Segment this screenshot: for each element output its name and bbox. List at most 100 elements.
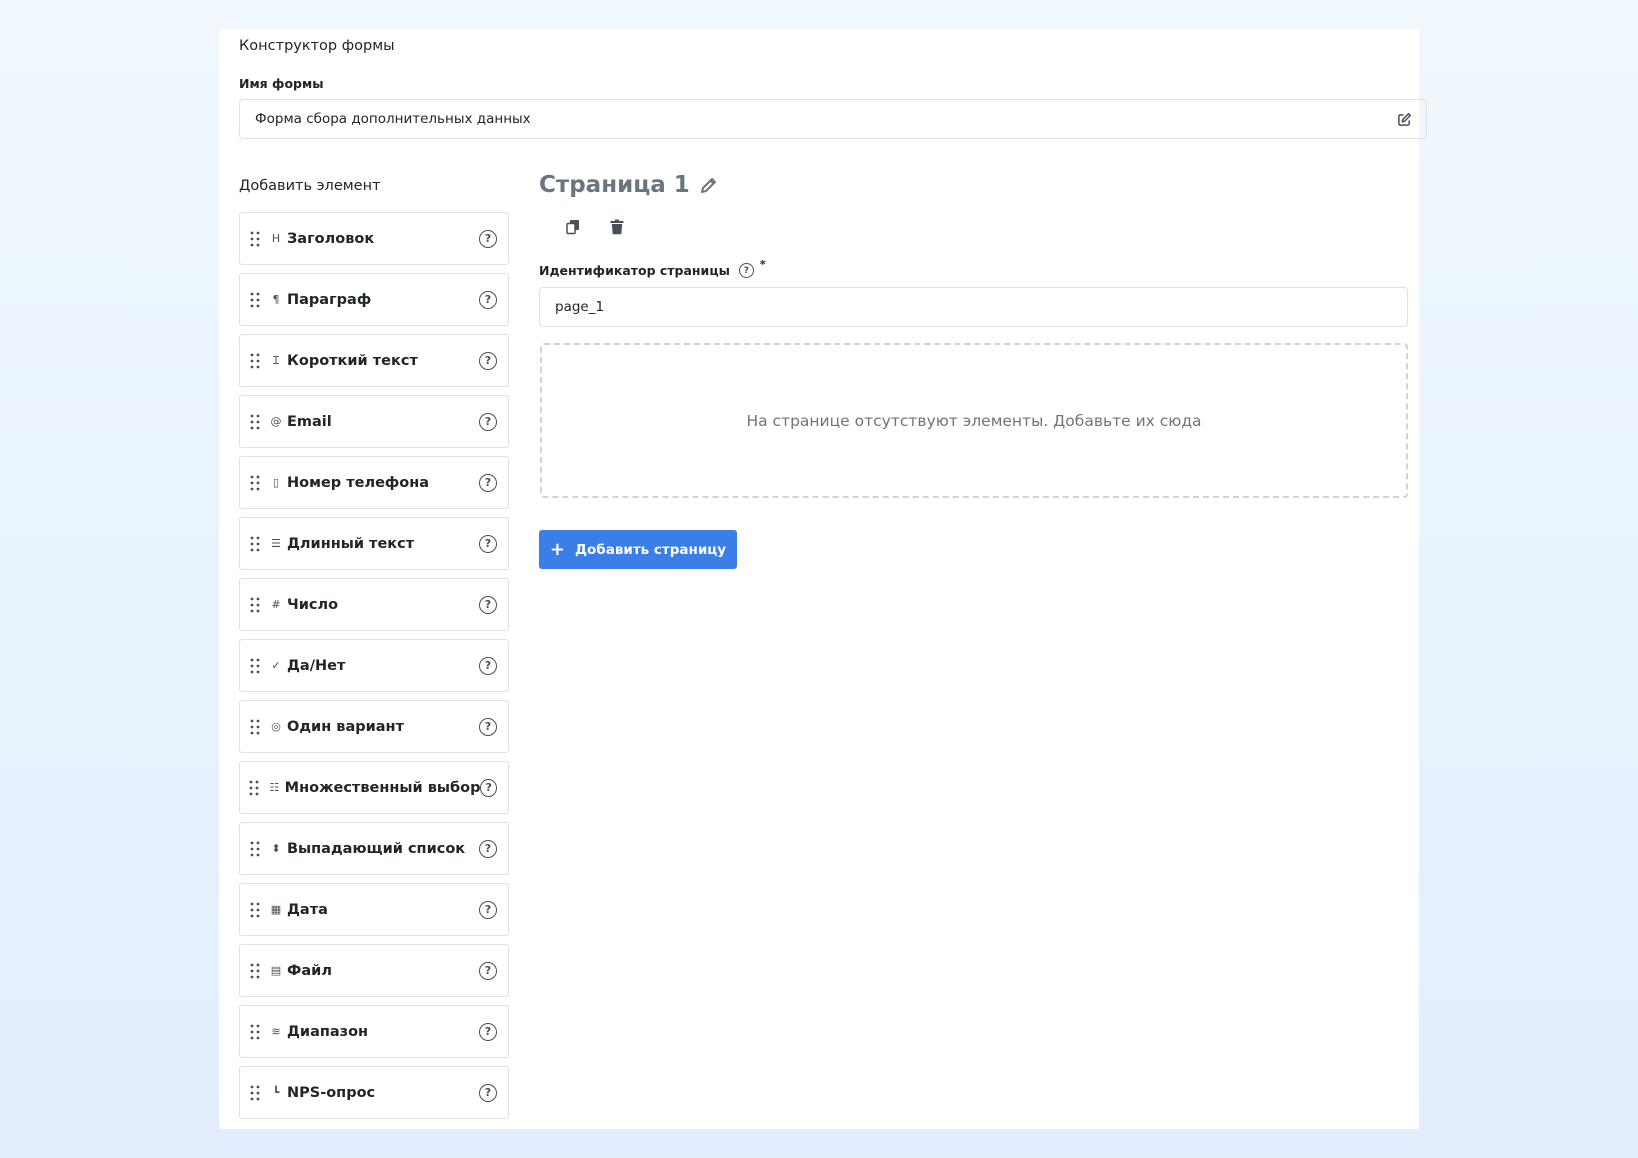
elements-palette: H Заголовок? ¶ Параграф? Ɪ Короткий текст? @ Em… <box>239 212 509 1127</box>
text-cursor-icon: Ɪ <box>272 354 280 367</box>
palette-item[interactable]: ⬍ Выпадающий список? <box>239 822 509 875</box>
form-name-label: Имя формы <box>239 76 324 91</box>
form-name-input[interactable] <box>255 111 1396 127</box>
palette-item[interactable]: ≋ Диапазон? <box>239 1005 509 1058</box>
calendar-icon: ▦ <box>270 903 282 916</box>
sort-icon: ⬍ <box>271 842 281 855</box>
palette-item[interactable]: H Заголовок? <box>239 212 509 265</box>
palette-item-label: Файл <box>287 962 332 979</box>
palette-item-label: Да/Нет <box>287 657 346 674</box>
page-id-label: Идентификатор страницы ? * <box>539 258 766 278</box>
palette-item-label: Множественный выбор <box>284 779 481 796</box>
hashtag-icon: # <box>271 598 281 611</box>
check-icon: ✓ <box>271 659 281 672</box>
palette-item-label: Параграф <box>287 291 372 308</box>
page-id-field <box>539 287 1408 327</box>
heading-icon: H <box>271 232 281 245</box>
radio-bullseye-icon: ◎ <box>271 720 281 733</box>
trash-icon[interactable] <box>608 218 626 236</box>
palette-item[interactable]: @ Email? <box>239 395 509 448</box>
help-icon[interactable]: ? <box>480 778 497 797</box>
help-icon[interactable]: ? <box>479 656 497 675</box>
help-icon[interactable]: ? <box>479 1022 497 1041</box>
required-mark: * <box>759 258 766 271</box>
help-icon[interactable]: ? <box>479 717 497 736</box>
help-icon[interactable]: ? <box>479 839 497 858</box>
add-element-title: Добавить элемент <box>239 178 381 194</box>
bar-chart-icon: ┗ <box>272 1086 280 1099</box>
copy-icon[interactable] <box>564 218 582 236</box>
at-icon: @ <box>270 415 282 428</box>
form-builder-panel: Конструктор формы Имя формы Добавить эле… <box>219 29 1427 1129</box>
help-icon[interactable]: ? <box>479 534 497 553</box>
edit-icon[interactable] <box>1396 111 1412 127</box>
help-icon[interactable]: ? <box>738 263 754 278</box>
palette-item[interactable]: Ɪ Короткий текст? <box>239 334 509 387</box>
palette-item-label: Короткий текст <box>287 352 418 369</box>
checklist-icon: ☷ <box>269 781 280 794</box>
drag-handle-icon[interactable] <box>249 291 261 309</box>
palette-item[interactable]: ◎ Один вариант? <box>239 700 509 753</box>
add-page-button[interactable]: + Добавить страницу <box>539 530 737 569</box>
help-icon[interactable]: ? <box>479 229 497 248</box>
drag-handle-icon[interactable] <box>249 718 261 736</box>
pencil-icon[interactable] <box>698 174 720 196</box>
drag-handle-icon[interactable] <box>249 840 261 858</box>
drag-handle-icon[interactable] <box>249 352 261 370</box>
palette-item[interactable]: ¶ Параграф? <box>239 273 509 326</box>
palette-item[interactable]: # Число? <box>239 578 509 631</box>
drag-handle-icon[interactable] <box>249 474 261 492</box>
help-icon[interactable]: ? <box>479 412 497 431</box>
paragraph-icon: ¶ <box>272 293 280 306</box>
palette-item-label: Заголовок <box>287 230 375 247</box>
drag-handle-icon[interactable] <box>249 962 261 980</box>
help-icon[interactable]: ? <box>479 351 497 370</box>
file-icon: ▤ <box>270 964 282 977</box>
help-icon[interactable]: ? <box>479 961 497 980</box>
sliders-icon: ≋ <box>271 1025 281 1038</box>
form-name-field <box>239 99 1427 139</box>
palette-item[interactable]: ☷ Множественный выбор? <box>239 761 509 814</box>
palette-item-label: Email <box>287 413 332 430</box>
mobile-phone-icon: ▯ <box>272 476 280 489</box>
page-id-label-text: Идентификатор страницы <box>539 263 730 278</box>
drag-handle-icon[interactable] <box>249 901 261 919</box>
drag-handle-icon[interactable] <box>249 1023 261 1041</box>
palette-item-label: Дата <box>287 901 328 918</box>
palette-item[interactable]: ▦ Дата? <box>239 883 509 936</box>
add-page-label: Добавить страницу <box>575 541 727 558</box>
drag-handle-icon[interactable] <box>249 535 261 553</box>
page-actions <box>564 218 626 236</box>
help-icon[interactable]: ? <box>479 1083 497 1102</box>
builder-title: Конструктор формы <box>239 38 395 54</box>
indent-icon: ☰ <box>271 537 281 550</box>
drag-handle-icon[interactable] <box>249 596 261 614</box>
page-drop-zone[interactable]: На странице отсутствуют элементы. Добавь… <box>540 343 1408 498</box>
drag-handle-icon[interactable] <box>249 1084 261 1102</box>
palette-item-label: Длинный текст <box>287 535 415 552</box>
help-icon[interactable]: ? <box>479 290 497 309</box>
palette-item-label: Диапазон <box>287 1023 369 1040</box>
palette-item[interactable]: ▤ Файл? <box>239 944 509 997</box>
page-header: Страница 1 <box>539 172 720 198</box>
drag-handle-icon[interactable] <box>249 230 261 248</box>
drag-handle-icon[interactable] <box>249 413 261 431</box>
empty-page-text: На странице отсутствуют элементы. Добавь… <box>746 411 1202 430</box>
page-title: Страница 1 <box>539 172 690 198</box>
palette-item[interactable]: ┗ NPS-опрос? <box>239 1066 509 1119</box>
palette-item-label: Номер телефона <box>287 474 430 491</box>
drag-handle-icon[interactable] <box>249 657 261 675</box>
palette-item-label: NPS-опрос <box>287 1084 376 1101</box>
palette-item-label: Число <box>287 596 339 613</box>
palette-item-label: Выпадающий список <box>287 840 466 857</box>
drag-handle-icon[interactable] <box>249 779 260 797</box>
palette-item[interactable]: ☰ Длинный текст? <box>239 517 509 570</box>
plus-icon: + <box>549 538 565 560</box>
palette-item[interactable]: ✓ Да/Нет? <box>239 639 509 692</box>
palette-item-label: Один вариант <box>287 718 404 735</box>
help-icon[interactable]: ? <box>479 473 497 492</box>
page-id-input[interactable] <box>555 299 1392 315</box>
palette-item[interactable]: ▯ Номер телефона? <box>239 456 509 509</box>
help-icon[interactable]: ? <box>479 595 497 614</box>
help-icon[interactable]: ? <box>479 900 497 919</box>
